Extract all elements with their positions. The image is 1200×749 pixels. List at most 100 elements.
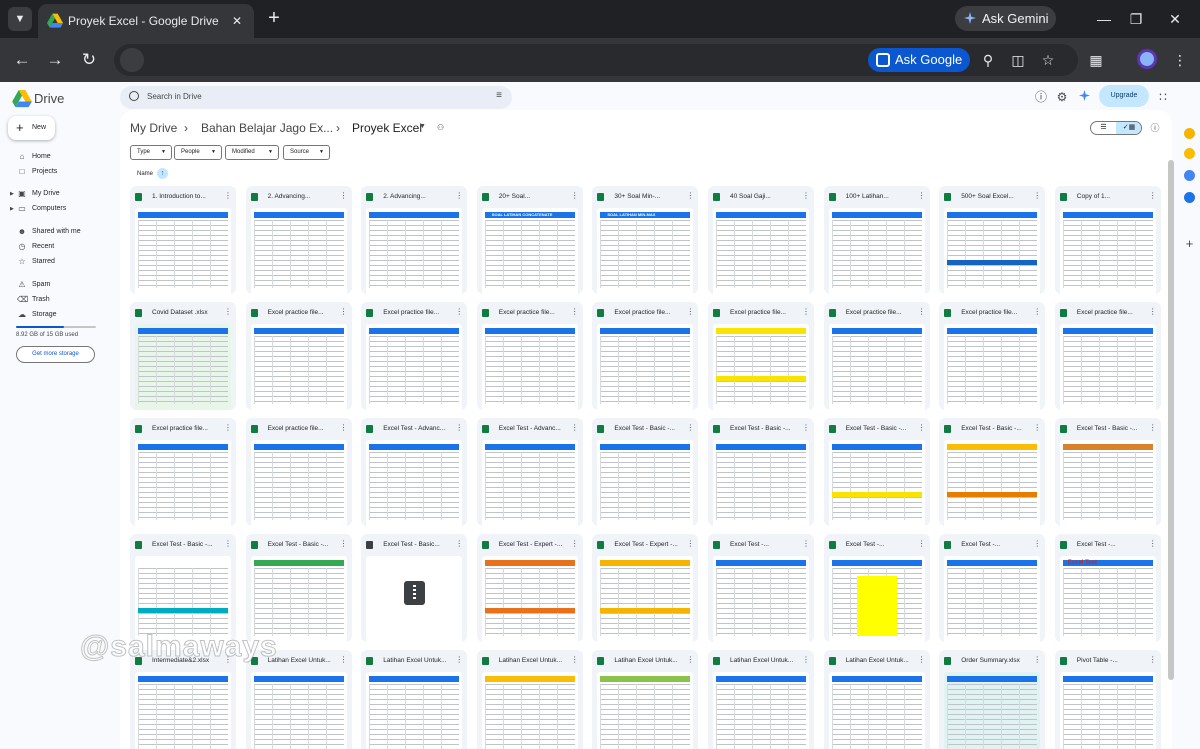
site-info-icon[interactable] [120,48,144,72]
filter-chip-type[interactable]: Type ▼ [130,145,172,160]
file-card[interactable]: Excel Test - Expert -... ⋮ [476,534,583,642]
file-card[interactable]: Excel Test - Basic -... ⋮ [592,418,699,526]
more-options-icon[interactable]: ⋮ [224,191,232,200]
file-card[interactable]: Pivot Table -... ⋮ [1054,650,1161,749]
file-card[interactable]: Excel Test - Basic -... ⋮ [823,418,930,526]
sidebar-item-shared[interactable]: ☻ Shared with me [8,225,108,239]
reload-icon[interactable]: ↻ [78,49,100,71]
more-options-icon[interactable]: ⋮ [802,423,810,432]
more-options-icon[interactable]: ⋮ [1033,191,1041,200]
sidebar-item-computers[interactable]: ▶ ▭ Computers [8,202,108,216]
more-options-icon[interactable]: ⋮ [340,423,348,432]
tasks-icon[interactable] [1184,170,1195,181]
address-bar[interactable]: Ask Google ⚲ ◫ ☆ [114,44,1078,76]
list-view-icon[interactable]: ☰ [1091,122,1116,134]
file-card[interactable]: Excel Test - Basic -... ⋮ [1054,418,1161,526]
close-tab-icon[interactable]: ✕ [228,12,246,30]
upgrade-button[interactable]: Upgrade [1099,85,1149,107]
breadcrumb-my-drive[interactable]: My Drive [130,121,177,135]
file-card[interactable]: 1. Introduction to... ⋮ [130,186,236,294]
help-icon[interactable]: ⓘ [1033,89,1049,105]
file-card[interactable]: Latihan Excel Untuk... ⋮ [245,650,352,749]
file-card[interactable]: Excel practice file... ⋮ [1054,302,1161,410]
more-options-icon[interactable]: ⋮ [918,539,926,548]
more-options-icon[interactable]: ⋮ [802,191,810,200]
more-options-icon[interactable]: ⋮ [918,423,926,432]
more-options-icon[interactable]: ⋮ [918,307,926,316]
file-card[interactable]: Excel Test -... ⋮ [823,534,930,642]
sidebar-item-home[interactable]: ⌂ Home [8,150,108,164]
more-options-icon[interactable]: ⋮ [571,655,579,664]
file-card[interactable]: 30+ Soal Min-... ⋮ SOAL LATIHAN MIN-MAX [592,186,699,294]
file-card[interactable]: Excel Test - Advanc... ⋮ [476,418,583,526]
install-app-icon[interactable]: ◫ [1007,49,1029,71]
more-options-icon[interactable]: ⋮ [571,539,579,548]
file-card[interactable]: Excel practice file... ⋮ [708,302,814,410]
calendar-icon[interactable] [1184,128,1195,139]
ask-google-button[interactable]: Ask Google [868,48,970,72]
more-options-icon[interactable]: ⋮ [686,423,694,432]
sidebar-item-spam[interactable]: ⚠ Spam [8,278,108,292]
file-card[interactable]: Latihan Excel Untuk... ⋮ [823,650,930,749]
more-options-icon[interactable]: ⋮ [1033,307,1041,316]
sidebar-item-trash[interactable]: ⌫ Trash [8,293,108,307]
file-card[interactable]: Excel practice file... ⋮ [592,302,699,410]
file-card[interactable]: Intermediate&2.xlsx ⋮ [130,650,236,749]
file-card[interactable]: Latihan Excel Untuk... ⋮ [708,650,814,749]
forward-arrow-icon[interactable]: → [44,49,66,71]
more-options-icon[interactable]: ⋮ [455,307,463,316]
expand-caret-icon[interactable]: ▶ [10,202,14,216]
file-card[interactable]: Excel practice file... ⋮ [245,418,352,526]
filter-chip-modified[interactable]: Modified ▼ [225,145,279,160]
more-options-icon[interactable]: ⋮ [1149,423,1157,432]
minimize-icon[interactable]: — [1093,8,1115,30]
more-options-icon[interactable]: ⋮ [340,655,348,664]
more-options-icon[interactable]: ⋮ [1033,423,1041,432]
more-options-icon[interactable]: ⋮ [1149,307,1157,316]
file-card[interactable]: Latihan Excel Untuk... ⋮ [592,650,699,749]
add-addon-plus-icon[interactable]: + [1184,237,1195,250]
file-card[interactable]: Excel Test - Expert -... ⋮ [592,534,699,642]
gemini-icon[interactable] [1076,89,1092,105]
more-options-icon[interactable]: ⋮ [224,307,232,316]
more-options-icon[interactable]: ⋮ [918,655,926,664]
back-arrow-icon[interactable]: ← [11,49,33,71]
details-info-icon[interactable]: ⓘ [1149,121,1161,133]
file-card[interactable]: Excel Test - Basic... ⋮ [361,534,468,642]
file-card[interactable]: Excel Test -... ⋮ [708,534,814,642]
file-card[interactable]: Copy of 1... ⋮ [1054,186,1161,294]
file-card[interactable]: Excel practice file... ⋮ [939,302,1046,410]
sidebar-item-starred[interactable]: ☆ Starred [8,255,108,269]
ask-gemini-button[interactable]: Ask Gemini [955,6,1056,31]
view-toggle[interactable]: ☰ ✓▦ [1090,121,1142,135]
new-button[interactable]: + New [8,116,55,140]
more-options-icon[interactable]: ⋮ [802,539,810,548]
more-options-icon[interactable]: ⋮ [224,423,232,432]
file-card[interactable]: Excel practice file... ⋮ [245,302,352,410]
more-options-icon[interactable]: ⋮ [1033,655,1041,664]
restore-icon[interactable]: ❐ [1125,8,1147,30]
sidebar-item-storage[interactable]: ☁ Storage [8,308,108,322]
zoom-magnifier-icon[interactable]: ⚲ [977,49,999,71]
more-options-icon[interactable]: ⋮ [340,191,348,200]
file-card[interactable]: 40 Soal Gaji... ⋮ [708,186,814,294]
file-card[interactable]: 100+ Latihan... ⋮ [823,186,930,294]
sort-ascending-arrow-icon[interactable]: ↑ [157,168,168,179]
apps-grid-icon[interactable]: ∷ [1155,89,1171,105]
more-options-icon[interactable]: ⋮ [1033,539,1041,548]
bookmark-star-icon[interactable]: ☆ [1037,49,1059,71]
browser-menu-icon[interactable]: ⋮ [1170,50,1190,70]
file-card[interactable]: Excel practice file... ⋮ [823,302,930,410]
close-window-icon[interactable]: ✕ [1164,8,1186,30]
file-card[interactable]: Excel practice file... ⋮ [361,302,468,410]
more-options-icon[interactable]: ⋮ [455,191,463,200]
keep-icon[interactable] [1184,148,1195,159]
file-card[interactable]: Excel Test -... ⋮ Excel Test [1054,534,1161,642]
filter-chip-people[interactable]: People ▼ [174,145,222,160]
folder-dropdown-icon[interactable]: ▼ [419,123,426,130]
sidebar-item-my-drive[interactable]: ▶ ▣ My Drive [8,187,108,201]
file-card[interactable]: 2. Advancing... ⋮ [245,186,352,294]
more-options-icon[interactable]: ⋮ [571,191,579,200]
more-options-icon[interactable]: ⋮ [686,539,694,548]
sort-by-name-label[interactable]: Name [137,171,153,177]
